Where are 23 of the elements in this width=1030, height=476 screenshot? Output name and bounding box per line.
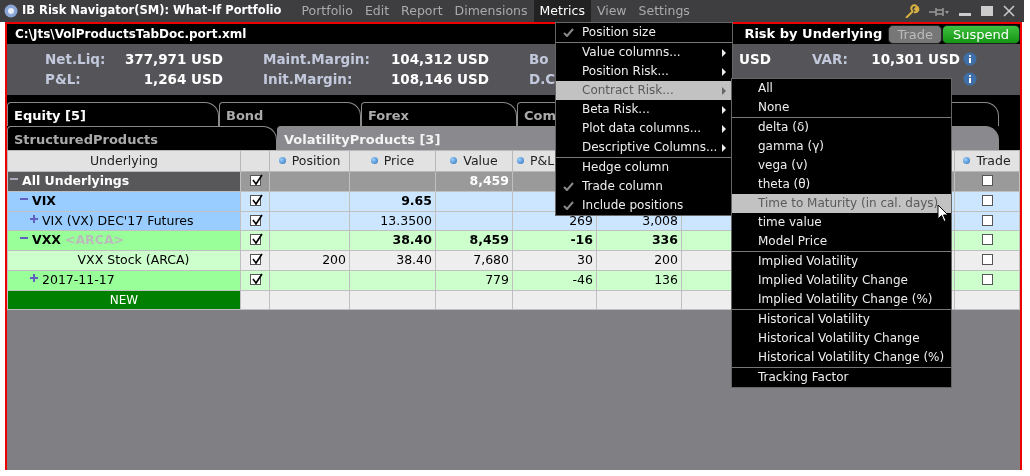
metric-label: Net.Liq: bbox=[45, 50, 106, 69]
row-name: VXX bbox=[32, 232, 61, 248]
metric-value: 10,301 USD bbox=[871, 50, 960, 69]
row-name: 2017-11-17 bbox=[42, 271, 115, 287]
row-name: All Underlyings bbox=[22, 173, 130, 188]
metric-value: 104,312 USD bbox=[390, 50, 489, 69]
row-name: VXX Stock (ARCA) bbox=[77, 252, 190, 267]
metric-label: Maint.Margin: bbox=[263, 50, 370, 69]
window-title: IB Risk Navigator(SM): What-If Portfolio bbox=[22, 2, 282, 20]
metric-label: D.C bbox=[529, 70, 556, 89]
exchange-label: <ARCA> bbox=[64, 232, 125, 248]
metric-value: 377,971 USD bbox=[124, 50, 223, 69]
metric-value: 108,146 USD bbox=[390, 70, 489, 89]
row-name: VIX bbox=[32, 192, 56, 208]
file-path: C:\Jts\VolProductsTabDoc.port.xml bbox=[15, 26, 247, 43]
row-name: VIX (VX) DEC'17 Futures bbox=[42, 212, 194, 228]
metric-value: 1,264 USD bbox=[143, 70, 223, 89]
metric-label: P&L: bbox=[45, 70, 81, 89]
metric-label: Bo bbox=[529, 50, 549, 69]
metric-label: VAR: bbox=[812, 50, 848, 69]
metric-label: Init.Margin: bbox=[263, 70, 353, 89]
view-title: Risk by Underlying bbox=[744, 25, 883, 44]
metric-value: USD bbox=[739, 50, 771, 69]
